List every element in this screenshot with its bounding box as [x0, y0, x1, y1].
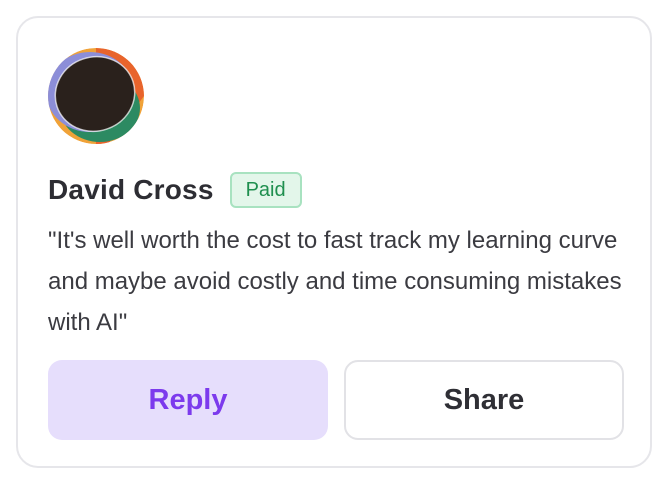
- author-name: David Cross: [48, 174, 214, 205]
- avatar-image: [48, 48, 144, 144]
- author-row: David Cross Paid: [48, 170, 302, 210]
- status-badge: Paid: [229, 172, 302, 208]
- testimonial-card: David Cross Paid "It's well worth the co…: [16, 16, 652, 468]
- share-button[interactable]: Share: [344, 360, 624, 440]
- reply-button[interactable]: Reply: [48, 360, 328, 440]
- avatar: [48, 48, 144, 144]
- testimonial-quote: "It's well worth the cost to fast track …: [48, 227, 622, 336]
